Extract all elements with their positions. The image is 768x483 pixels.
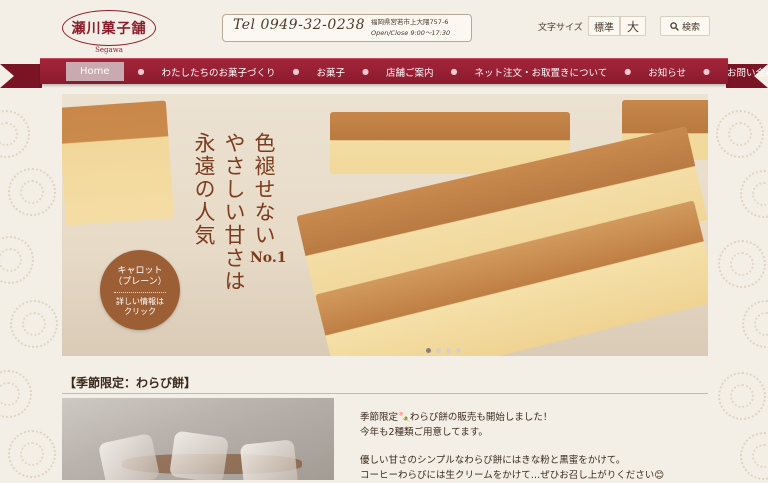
nav-item-order[interactable]: ネット注文・お取置きについて: [472, 65, 611, 79]
background-pattern: [8, 430, 56, 478]
logo-subtext: Segawa: [95, 46, 123, 54]
phone-number: Tel 0949-32-0238: [233, 17, 365, 33]
search-label: 検索: [681, 22, 700, 33]
description-line: コーヒーわらびには生クリームをかけて…ぜひお召し上がりください😊: [360, 470, 665, 481]
slider-dot[interactable]: [426, 348, 431, 353]
mochi-piece: [169, 430, 229, 480]
slider-dot[interactable]: [456, 348, 461, 353]
badge-link-text: 詳しい情報は クリック: [116, 297, 164, 316]
main-nav: Home ● わたしたちのお菓子づくり ● お菓子 ● 店舗ご案内 ● ネット注…: [40, 58, 768, 84]
mochi-piece: [97, 432, 161, 480]
search-button[interactable]: 検索: [660, 16, 710, 36]
description-line: 優しい甘さのシンプルなわらび餅にはきな粉と黒蜜をかけて。: [360, 455, 626, 466]
background-pattern: [0, 370, 32, 418]
store-address: 福岡県宮若市上大隈757-6: [371, 18, 449, 26]
nav-item-sweets[interactable]: お菓子: [314, 65, 349, 79]
description-line: 今年も2種類ご用意してます。: [360, 427, 488, 438]
nav-separator: ●: [703, 67, 711, 76]
hero-slider[interactable]: 色褪せない やさしい甘さは 永遠の人気 No.1 キャロット （プレーン） 詳し…: [62, 94, 708, 356]
hero-copy-line-2: やさしい甘さは: [222, 132, 246, 293]
background-pattern: [10, 300, 58, 348]
nav-separator: ●: [292, 67, 300, 76]
ribbon-tail-left: [0, 64, 42, 88]
slider-dot[interactable]: [446, 348, 451, 353]
hero-rank: No.1: [250, 250, 287, 266]
nav-separator: ●: [362, 67, 370, 76]
nav-item-contact[interactable]: お問い合わせ: [724, 65, 768, 79]
background-pattern: [718, 372, 766, 420]
mochi-piece: [239, 439, 299, 480]
cake-image: [62, 100, 174, 226]
store-hours: Open/Close 9:00〜17:30: [371, 29, 451, 37]
warabi-mochi-image: [62, 398, 334, 480]
search-icon: [670, 21, 679, 31]
background-pattern: [0, 110, 30, 158]
nav-item-craft[interactable]: わたしたちのお菓子づくり: [159, 65, 279, 79]
site-logo[interactable]: 瀬川菓子舗 Segawa: [62, 10, 156, 54]
nav-separator: ●: [137, 67, 145, 76]
description-line: 季節限定🍡わらび餅の販売も開始しました！: [360, 412, 553, 423]
font-size-large-button[interactable]: 大: [620, 16, 646, 36]
background-pattern: [716, 110, 764, 158]
nav-separator: ●: [450, 67, 458, 76]
contact-box: Tel 0949-32-0238 福岡県宮若市上大隈757-6 Open/Clo…: [222, 14, 472, 42]
slider-dot[interactable]: [436, 348, 441, 353]
background-pattern: [740, 170, 768, 218]
nav-item-store[interactable]: 店舗ご案内: [383, 65, 437, 79]
section-title: 【季節限定：わらび餅】: [62, 370, 708, 394]
slider-pagination: [426, 348, 461, 353]
product-badge[interactable]: キャロット （プレーン） 詳しい情報は クリック: [100, 250, 180, 330]
badge-product-name: キャロット （プレーン）: [113, 266, 167, 287]
logo-text: 瀬川菓子舗: [71, 21, 147, 37]
background-pattern: [718, 240, 766, 288]
badge-divider: [114, 292, 166, 293]
background-pattern: [8, 168, 56, 216]
nav-item-news[interactable]: お知らせ: [645, 65, 689, 79]
hero-copy-line-3: 永遠の人気: [192, 132, 216, 247]
background-pattern: [0, 236, 34, 284]
hero-copy-line-1: 色褪せない: [252, 132, 276, 247]
background-pattern: [742, 300, 768, 348]
nav-separator: ●: [624, 67, 632, 76]
seasonal-description: 季節限定🍡わらび餅の販売も開始しました！ 今年も2種類ご用意してます。 優しい甘…: [360, 410, 708, 483]
font-size-label: 文字サイズ: [538, 23, 583, 33]
background-pattern: [740, 432, 768, 480]
font-size-normal-button[interactable]: 標準: [588, 16, 620, 36]
nav-item-home[interactable]: Home: [66, 62, 124, 81]
